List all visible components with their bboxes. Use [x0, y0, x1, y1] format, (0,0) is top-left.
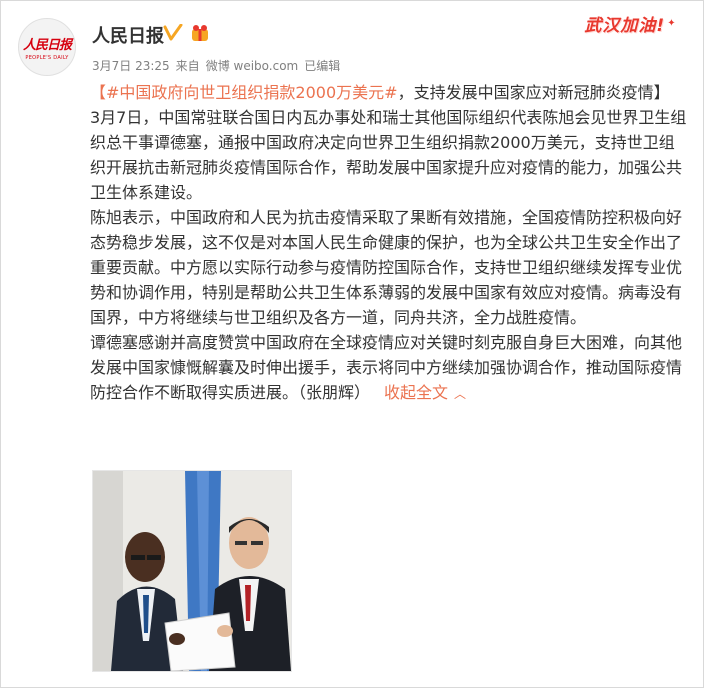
post-paragraph-1: 3月7日，中国常驻联合国日内瓦办事处和瑞士其他国际组织代表陈旭会见世界卫生组织总…: [90, 108, 687, 202]
headline-rest: ，支持发展中国家应对新冠肺炎疫情】: [397, 83, 670, 102]
sticker-badge: 武汉加油! ✦: [566, 9, 694, 37]
avatar-logo-text: 人民日报: [22, 37, 72, 53]
collapse-button[interactable]: 收起全文 ︿: [384, 383, 466, 402]
post-photo[interactable]: [92, 470, 292, 672]
post-content: 【#中国政府向世卫组织捐款2000万美元#，支持发展中国家应对新冠肺炎疫情】 3…: [90, 80, 690, 407]
hashtag-open: 【: [90, 83, 107, 102]
post-meta: 3月7日 23:25 来自 微博 weibo.com 已编辑: [92, 57, 346, 74]
post-source[interactable]: 微博 weibo.com: [206, 59, 299, 73]
chevron-up-icon: ︿: [454, 387, 467, 401]
collapse-label: 收起全文: [384, 383, 449, 402]
sparkle-icon: ✦: [667, 17, 676, 29]
avatar[interactable]: 人民日报 PEOPLE'S DAILY: [18, 18, 76, 76]
post-headline: 【#中国政府向世卫组织捐款2000万美元#，支持发展中国家应对新冠肺炎疫情】: [90, 80, 690, 105]
vip-icon[interactable]: [189, 23, 211, 47]
sticker-text: 武汉加油!: [584, 15, 666, 36]
hashtag-link[interactable]: #中国政府向世卫组织捐款2000万美元#: [106, 83, 398, 102]
edited-label: 已编辑: [304, 59, 341, 73]
source-prefix: 来自: [175, 59, 200, 73]
author-name[interactable]: 人民日报: [92, 22, 164, 48]
post-paragraph-3: 谭德塞感谢并高度赞赏中国政府在全球疫情应对关键时刻克服自身巨大困难，向其他发展中…: [90, 330, 690, 407]
verified-icon[interactable]: [163, 23, 183, 46]
post-paragraph-2: 陈旭表示，中国政府和人民为抗击疫情采取了果断有效措施，全国疫情防控积极向好态势稳…: [90, 208, 683, 327]
post-date[interactable]: 3月7日 23:25: [92, 59, 170, 73]
avatar-logo-subtitle: PEOPLE'S DAILY: [25, 54, 69, 61]
